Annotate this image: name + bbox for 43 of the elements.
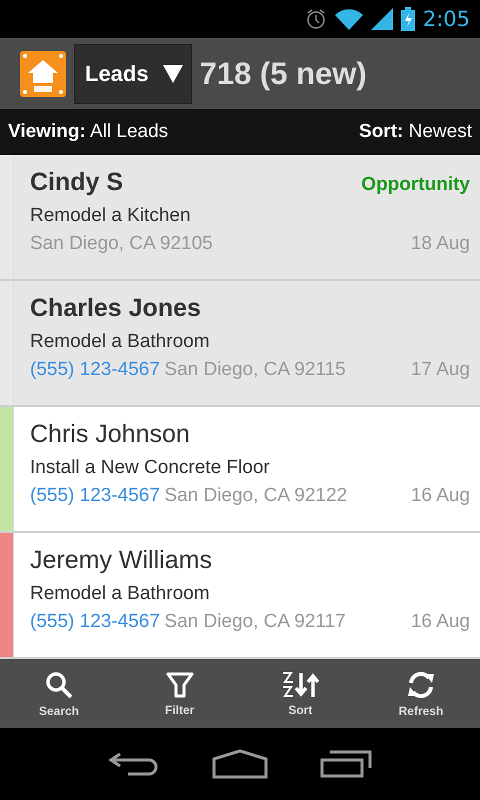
recent-apps-icon[interactable] [320,750,372,778]
search-button[interactable]: Search [14,658,104,728]
location-text: San Diego, CA 92122 [164,484,348,506]
battery-icon [400,6,415,31]
lead-row[interactable]: Jeremy Williams Remodel a Bathroom (555) 123-4567 San Diego, CA 92117 16 Aug [0,532,480,659]
signal-icon [370,8,393,30]
viewing-filter: Viewing: All Leads [8,121,168,144]
project-title: Remodel a Kitchen [30,204,191,227]
dropdown-triangle-icon [162,64,183,82]
status-label: Opportunity [361,174,470,196]
phone-link[interactable]: (555) 123-4567 [30,610,160,632]
lead-date: 16 Aug [410,484,470,507]
lead-date: 18 Aug [410,232,470,255]
alarm-icon [304,8,327,30]
project-title: Remodel a Bathroom [30,330,210,353]
sort-icon [281,670,320,699]
lead-name: Chris Johnson [30,418,190,450]
lead-date: 16 Aug [410,610,470,633]
leads-dropdown[interactable]: Leads [74,44,192,104]
project-title: Install a New Concrete Floor [30,456,270,479]
refresh-button[interactable]: Refresh [376,658,466,728]
lead-row[interactable]: Charles Jones Remodel a Bathroom (555) 123-4567 San Diego, CA 92115 17 Aug [0,280,480,407]
location-text: San Diego, CA 92105 [30,232,213,254]
sort-button[interactable]: Sort [255,658,346,728]
sort-order: Sort: Newest [359,121,472,144]
lead-name: Jeremy Williams [30,544,212,576]
filter-icon [166,670,194,699]
filter-button[interactable]: Filter [134,658,225,728]
lead-name: Charles Jones [30,292,201,324]
clock-time: 2:05 [422,6,470,31]
lead-count: 718 (5 new) [200,56,367,92]
location-text: San Diego, CA 92115 [164,358,346,380]
lead-name: Cindy S [30,166,124,198]
search-icon [44,670,74,700]
location-text: San Diego, CA 92117 [164,610,346,632]
wifi-icon [334,8,363,30]
back-icon[interactable] [108,750,160,778]
lead-date: 17 Aug [410,358,470,381]
project-title: Remodel a Bathroom [30,582,210,605]
home-icon[interactable] [212,749,268,780]
lead-row[interactable]: Chris Johnson Install a New Concrete Floor (555) 123-4567 San Diego, CA 92122 16 Aug [0,406,480,533]
phone-link[interactable]: (555) 123-4567 [30,484,160,506]
lead-row[interactable]: Cindy S Opportunity Remodel a Kitchen San Diego, CA 92105 18 Aug [0,154,480,281]
